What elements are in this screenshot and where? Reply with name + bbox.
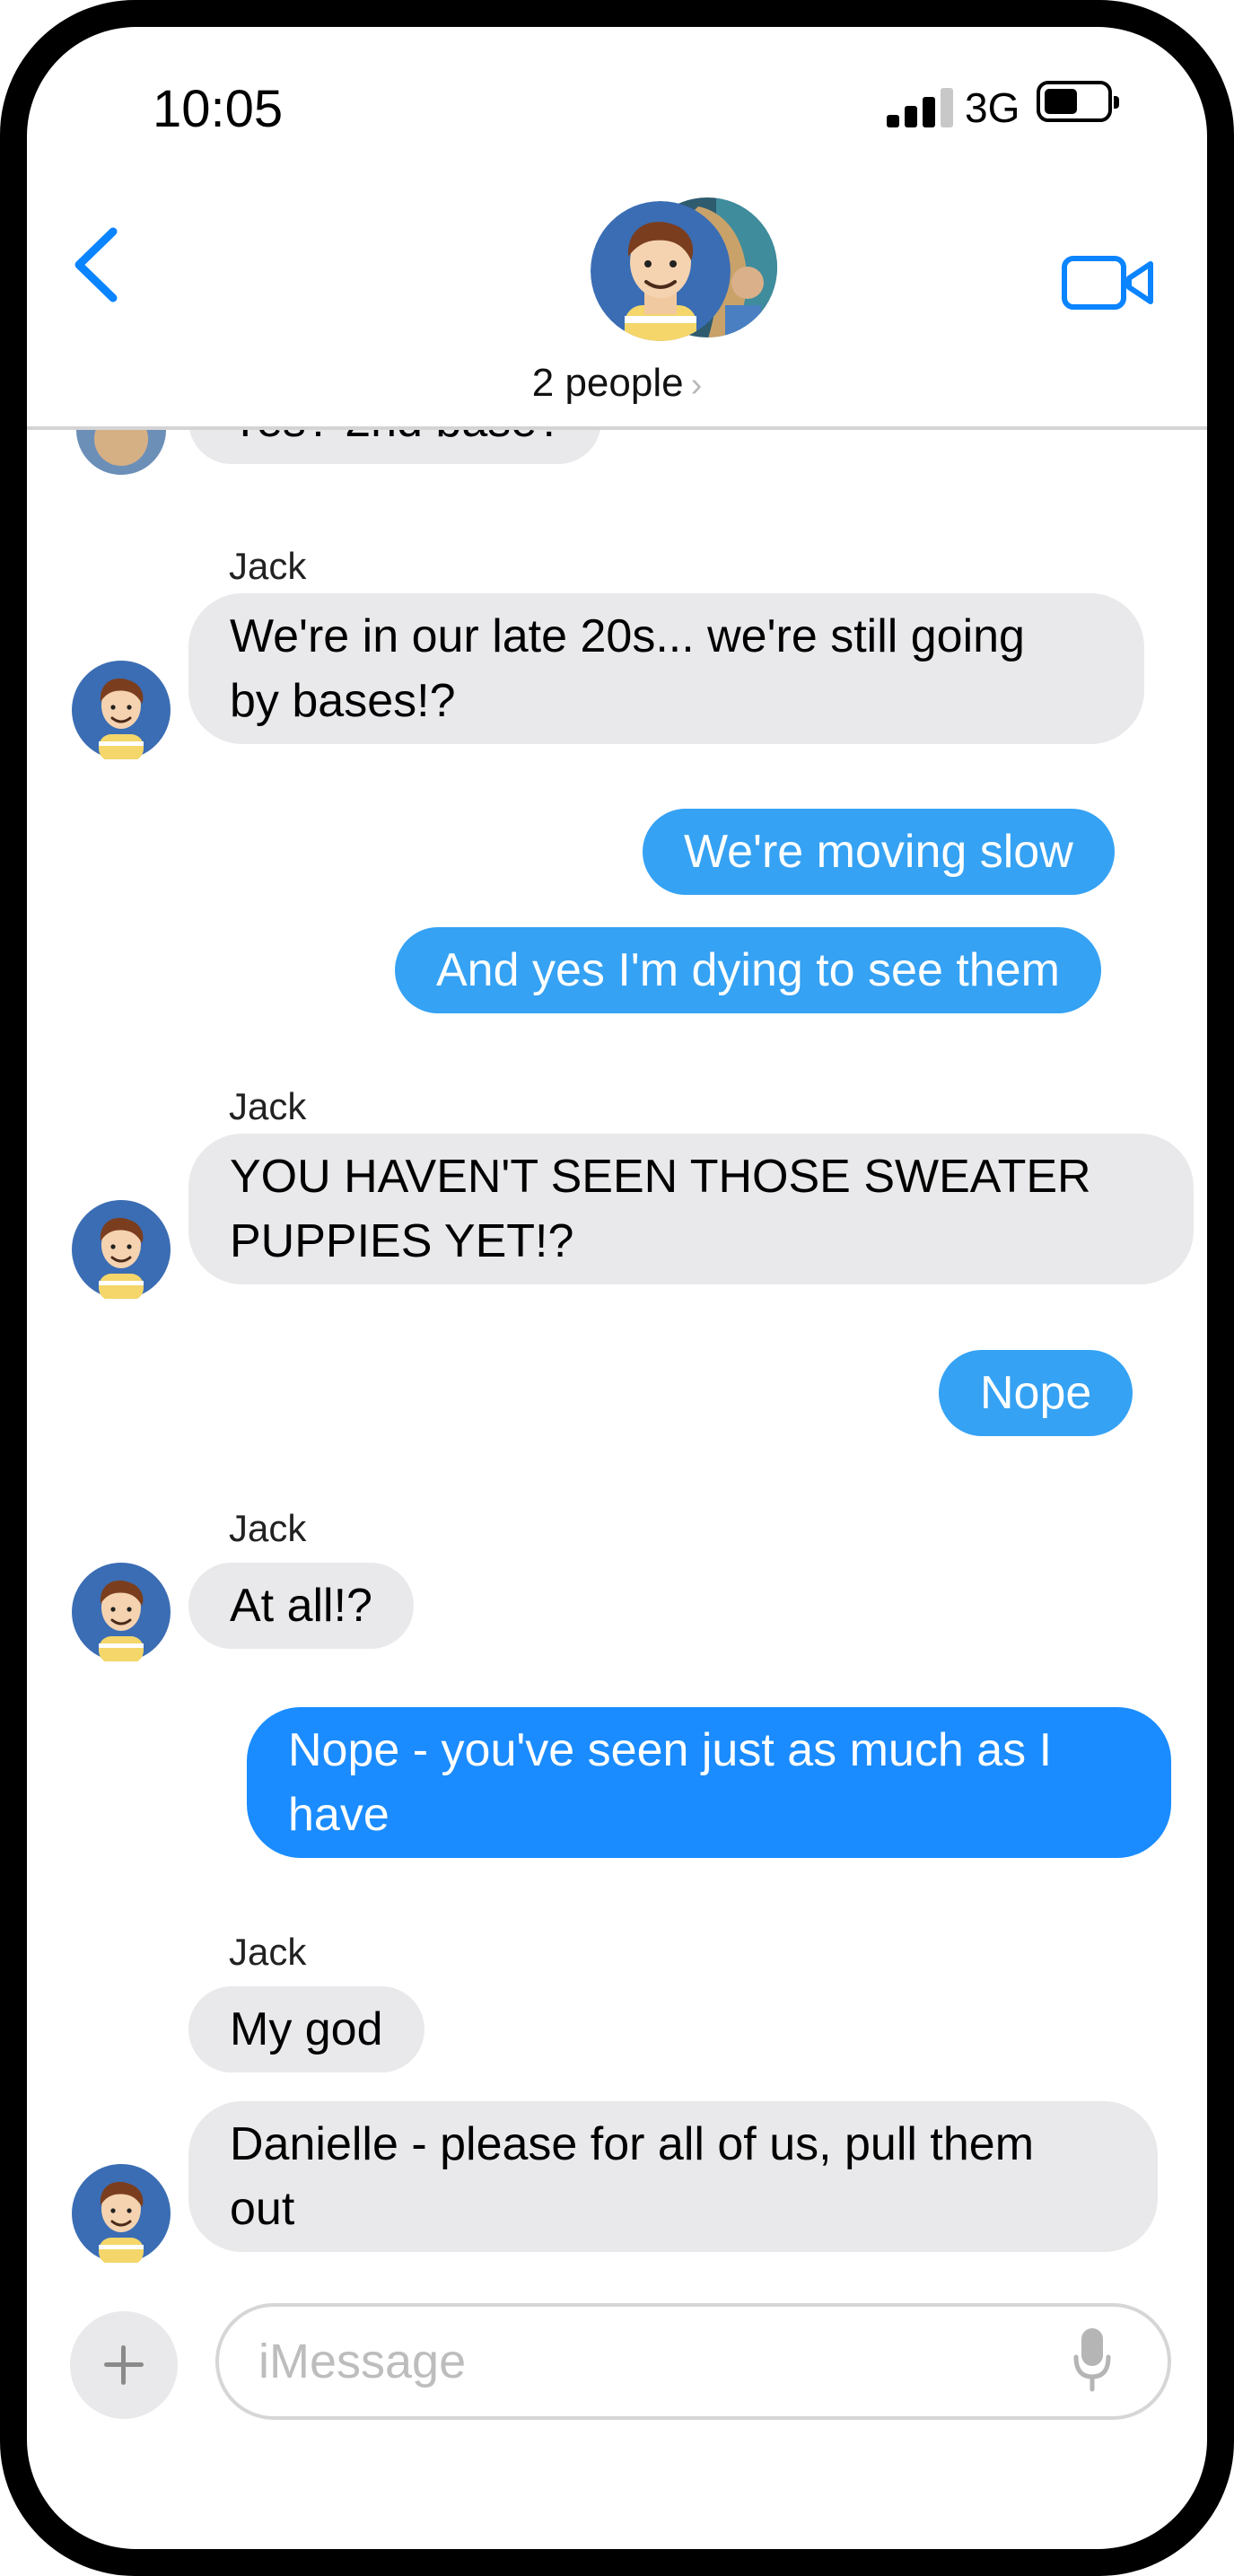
message-bubble-incoming[interactable]: YOU HAVEN'T SEEN THOSE SWEATER PUPPIES Y…: [188, 1134, 1194, 1284]
video-camera-icon[interactable]: [1059, 251, 1158, 314]
conversation-title[interactable]: 2 people ›: [27, 361, 1207, 406]
message-line: out: [230, 2183, 295, 2235]
avatar-jack: [72, 1563, 171, 1661]
plus-icon[interactable]: [70, 2311, 178, 2419]
avatar-jack: [72, 2164, 171, 2263]
message-bubble-outgoing[interactable]: Nope - you've seen just as much as I hav…: [247, 1707, 1171, 1858]
message-bubble-incoming[interactable]: Danielle - please for all of us, pull th…: [188, 2101, 1158, 2252]
conversation-title-text[interactable]: 2 people: [532, 361, 684, 405]
message-bubble-incoming[interactable]: Yes? 2nd base?: [188, 430, 601, 464]
sender-name: Jack: [229, 1507, 307, 1549]
title-chevron-icon: ›: [690, 366, 703, 404]
message-bubble-outgoing[interactable]: And yes I'm dying to see them: [395, 927, 1101, 1013]
message-bubble-incoming[interactable]: My god: [188, 1986, 424, 2072]
message-line: have: [288, 1789, 389, 1841]
message-line: by bases!?: [230, 675, 456, 727]
screen: 10:05 3G 2 people › Jack We're in our la…: [27, 27, 1207, 2549]
avatar-jack: [72, 1200, 171, 1299]
avatar-danielle: [76, 430, 166, 475]
message-line: Danielle - please for all of us, pull th…: [230, 2118, 1035, 2170]
message-bubble-outgoing[interactable]: We're moving slow: [643, 809, 1115, 895]
back-chevron-icon[interactable]: [63, 215, 135, 314]
network-type: 3G: [965, 84, 1020, 131]
avatar-jack: [72, 661, 171, 759]
status-time: 10:05: [153, 80, 284, 138]
group-avatar[interactable]: [591, 197, 779, 341]
message-line: PUPPIES YET!?: [230, 1215, 574, 1267]
microphone-icon[interactable]: [1072, 2325, 1112, 2396]
sender-name: Jack: [229, 1931, 307, 1973]
message-thread[interactable]: Yes? 2nd base? Jack We're in our late 20…: [27, 430, 1207, 2292]
sender-name: Jack: [229, 545, 307, 587]
message-bubble-outgoing[interactable]: Nope: [939, 1350, 1133, 1436]
message-input[interactable]: [215, 2303, 1171, 2420]
message-bubble-incoming[interactable]: At all!?: [188, 1563, 414, 1649]
message-line: Nope - you've seen just as much as I: [288, 1724, 1053, 1776]
battery-icon: [1037, 81, 1119, 122]
message-line: YOU HAVEN'T SEEN THOSE SWEATER: [230, 1151, 1091, 1203]
phone-frame: 10:05 3G 2 people › Jack We're in our la…: [0, 0, 1234, 2576]
message-bubble-incoming[interactable]: We're in our late 20s... we're still goi…: [188, 593, 1144, 744]
sender-name: Jack: [229, 1085, 307, 1127]
signal-strength-icon: [887, 88, 953, 127]
message-line: We're in our late 20s... we're still goi…: [230, 610, 1025, 662]
